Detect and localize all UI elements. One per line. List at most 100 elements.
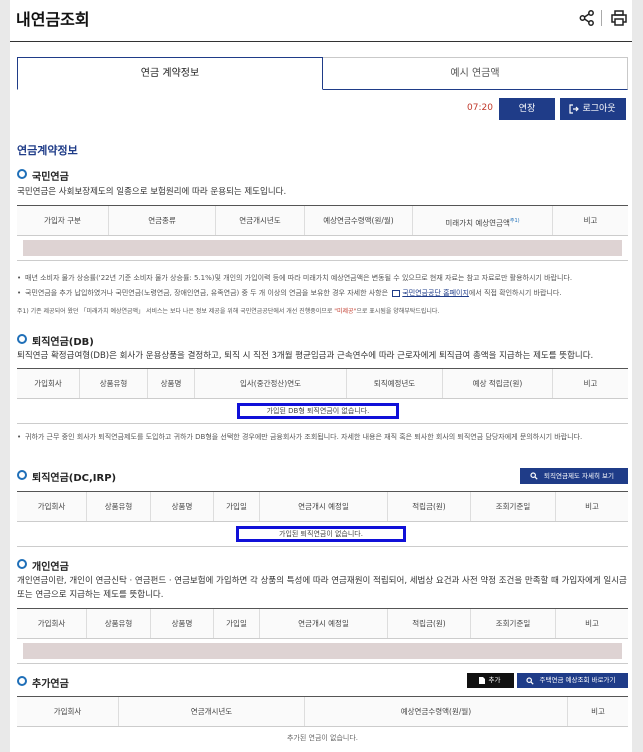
dc-table: 가입회사 상품유형 상품명 가입일 연금개시 예정일 적립금(원) 조회기준일 … xyxy=(17,491,628,547)
pension-detail-label: 퇴직연금제도 자세히 보기 xyxy=(544,472,614,480)
note-text: 국민연금을 추가 납입하였거나 국민연금(노령연금, 장애인연금, 유족연금) … xyxy=(25,289,389,297)
footnote-text: 으로 표시됨을 양해부탁드립니다. xyxy=(356,308,440,315)
header-divider xyxy=(601,10,602,26)
national-heading-label: 국민연금 xyxy=(32,172,69,183)
column-header: 연금종류 xyxy=(109,206,216,235)
table-header: 가입회사 연금개시년도 예상연금수령액(원/월) 비고 xyxy=(17,697,628,727)
empty-row xyxy=(23,643,622,659)
column-header: 상품명 xyxy=(151,492,214,521)
column-header: 가입회사 xyxy=(17,697,119,726)
db-desc: 퇴직연금 확정급여형(DB)은 회사가 운용상품을 결정하고, 퇴직 시 직전 … xyxy=(17,351,594,361)
column-header: 조회기준일 xyxy=(471,492,556,521)
column-header: 가입일 xyxy=(214,492,260,521)
table-body xyxy=(17,639,628,663)
pension-detail-button[interactable]: 퇴직연금제도 자세히 보기 xyxy=(520,468,628,484)
page-header: 내연금조회 xyxy=(10,0,632,42)
footnote-marker[interactable]: 주1) xyxy=(510,218,520,224)
db-heading-label: 퇴직연금(DB) xyxy=(32,337,94,348)
db-note: • 귀하가 근무 중인 회사가 퇴직연금제도를 도입하고 귀하가 DB형을 선택… xyxy=(17,431,629,444)
column-header: 연금개시 예정일 xyxy=(260,609,388,638)
column-header: 연금개시년도 xyxy=(216,206,305,235)
nps-homepage-link[interactable]: 국민연금공단 홈페이지 xyxy=(402,289,469,297)
national-heading: 국민연금 xyxy=(17,168,69,183)
print-icon[interactable] xyxy=(610,9,628,27)
additional-heading: 추가연금 xyxy=(17,675,69,690)
share-icon[interactable] xyxy=(578,9,596,27)
column-header: 연금개시년도 xyxy=(119,697,305,726)
additional-heading-label: 추가연금 xyxy=(32,679,69,690)
search-icon xyxy=(526,677,534,685)
note-text: 에서 직접 확인하시기 바랍니다. xyxy=(468,289,562,297)
national-footnote: 주1) 기존 제공되어 왔던 「미래가치 예상연금액」 서비스는 보다 나은 정… xyxy=(17,305,629,318)
national-table: 가입자 구분 연금종류 연금개시년도 예상연금수령액(원/월) 미래가치 예상연… xyxy=(17,205,628,261)
section-title: 연금계약정보 xyxy=(17,144,78,157)
table-body xyxy=(17,236,628,260)
column-header: 퇴직예정년도 xyxy=(347,369,443,398)
column-header: 입사(중간정산)연도 xyxy=(195,369,347,398)
future-value-label: 미래가치 예상연금액 xyxy=(445,218,510,228)
table-header: 가입자 구분 연금종류 연금개시년도 예상연금수령액(원/월) 미래가치 예상연… xyxy=(17,206,628,236)
db-table: 가입회사 상품유형 상품명 입사(중간정산)연도 퇴직예정년도 예상 적립금(원… xyxy=(17,368,628,424)
tab-bar: 연금 계약정보 예시 연금액 xyxy=(17,57,628,90)
column-header: 가입회사 xyxy=(17,492,87,521)
column-header: 가입회사 xyxy=(17,369,80,398)
logout-label: 로그아웃 xyxy=(582,104,616,114)
db-empty-message: 가입된 DB형 퇴직연금이 없습니다. xyxy=(237,403,399,419)
bullet-icon xyxy=(17,169,27,179)
logout-icon xyxy=(569,104,579,114)
tab-contract-info[interactable]: 연금 계약정보 xyxy=(17,57,323,90)
footnote-red-text: "미제공" xyxy=(334,308,357,315)
housing-pension-button[interactable]: 주택연금 예상조회 바로가기 xyxy=(517,673,628,688)
column-header: 적립금(원) xyxy=(388,609,471,638)
national-note-1: • 매년 소비자 물가 상승률('22년 기준 소비자 물가 상승률: 5.1%… xyxy=(17,272,629,285)
extend-button[interactable]: 연장 xyxy=(499,98,555,120)
personal-heading: 개인연금 xyxy=(17,558,69,573)
empty-row xyxy=(23,240,622,256)
column-header: 상품명 xyxy=(148,369,195,398)
logout-button[interactable]: 로그아웃 xyxy=(560,98,626,120)
column-header: 비고 xyxy=(583,379,598,388)
personal-desc: 개인연금이란, 개인이 연금신탁 · 연금펀드 · 연금보험에 가입하면 각 상… xyxy=(17,576,627,600)
national-desc: 국민연금은 사회보장제도의 일종으로 보험원리에 따라 운용되는 제도입니다. xyxy=(17,187,287,197)
column-header: 조회기준일 xyxy=(471,609,556,638)
pension-page: 내연금조회 연금 계약정보 예시 연금액 07:20 연장 로그아웃 연금계약정… xyxy=(10,0,632,752)
external-link-icon xyxy=(392,289,401,297)
tab-sample-pension[interactable]: 예시 연금액 xyxy=(323,57,628,90)
housing-pension-label: 주택연금 예상조회 바로가기 xyxy=(539,676,616,684)
document-icon xyxy=(479,677,485,684)
column-header: 상품유형 xyxy=(87,492,151,521)
bullet-icon xyxy=(17,676,27,686)
session-controls: 07:20 연장 로그아웃 xyxy=(10,98,632,122)
column-header: 예상연금수령액(원/월) xyxy=(305,206,413,235)
dc-heading-label: 퇴직연금(DC,IRP) xyxy=(32,473,117,484)
table-header: 가입회사 상품유형 상품명 가입일 연금개시 예정일 적립금(원) 조회기준일 … xyxy=(17,609,628,639)
table-body: 가입된 퇴직연금이 없습니다. xyxy=(17,522,628,546)
column-header: 예상 적립금(원) xyxy=(443,369,553,398)
column-header: 상품유형 xyxy=(80,369,148,398)
bullet-icon: • xyxy=(17,433,22,441)
note-text: 매년 소비자 물가 상승률('22년 기준 소비자 물가 상승률: 5.1%)및… xyxy=(25,274,573,282)
bullet-icon xyxy=(17,334,27,344)
column-header: 비고 xyxy=(583,216,598,225)
column-header: 상품유형 xyxy=(87,609,151,638)
bullet-icon: • xyxy=(17,289,22,297)
bullet-icon xyxy=(17,559,27,569)
personal-table: 가입회사 상품유형 상품명 가입일 연금개시 예정일 적립금(원) 조회기준일 … xyxy=(17,608,628,664)
bullet-icon xyxy=(17,470,27,480)
table-body: 가입된 DB형 퇴직연금이 없습니다. xyxy=(17,399,628,423)
bullet-icon: • xyxy=(17,274,22,282)
add-pension-label: 추가 xyxy=(488,676,501,684)
db-heading: 퇴직연금(DB) xyxy=(17,333,94,348)
column-header: 적립금(원) xyxy=(388,492,471,521)
add-pension-button[interactable]: 추가 xyxy=(467,673,514,688)
column-header: 미래가치 예상연금액주1) xyxy=(413,206,553,235)
column-header: 상품명 xyxy=(151,609,214,638)
page-title: 내연금조회 xyxy=(16,10,90,29)
column-header: 연금개시 예정일 xyxy=(260,492,388,521)
dc-empty-message: 가입된 퇴직연금이 없습니다. xyxy=(236,526,406,542)
additional-table: 가입회사 연금개시년도 예상연금수령액(원/월) 비고 추가된 연금이 없습니다… xyxy=(17,696,628,752)
column-header: 예상연금수령액(원/월) xyxy=(305,697,568,726)
dc-heading: 퇴직연금(DC,IRP) xyxy=(17,469,116,484)
personal-heading-label: 개인연금 xyxy=(32,562,69,573)
column-header: 가입자 구분 xyxy=(17,206,109,235)
